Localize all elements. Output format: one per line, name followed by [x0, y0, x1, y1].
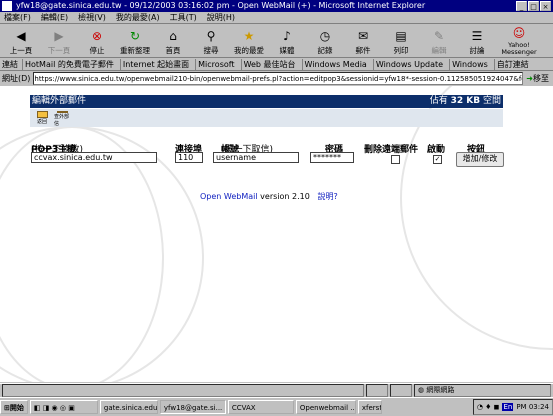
favorites-button[interactable]: ★ 我的最愛 — [230, 26, 268, 56]
ime-indicator[interactable]: En — [502, 403, 514, 411]
yahoo-messenger-icon: ☺ — [512, 26, 526, 40]
column-headers: POP3主機 (按一下修改) 連接埠 帳號 (按一下取信) 密碼 刪除遠端郵件 啟動… — [0, 142, 553, 155]
stop-button[interactable]: ⊗ 停止 — [78, 26, 116, 56]
menu-edit[interactable]: 編輯(E) — [41, 12, 68, 23]
mail-button[interactable]: ✉ 郵件 — [344, 26, 382, 56]
link-best-of-web[interactable]: Web 最佳站台 — [240, 59, 298, 70]
status-pane — [390, 384, 412, 397]
address-bar: 網址(D) https://www.sinica.edu.tw/openwebm… — [0, 72, 553, 85]
menu-bar: 檔案(F) 編輯(E) 檢視(V) 我的最愛(A) 工具(T) 說明(H) — [0, 12, 553, 24]
menu-view[interactable]: 檢視(V) — [78, 12, 106, 23]
edit-icon: ✎ — [433, 29, 445, 43]
status-bar: ◍ 網際網路 — [0, 383, 553, 397]
enable-checkbox[interactable]: ✓ — [433, 155, 442, 164]
col-delete-remote: 刪除遠端郵件 — [364, 145, 419, 155]
forward-icon: ▶ — [54, 29, 64, 43]
globe-icon: ◍ — [418, 386, 425, 394]
quick-launch-icons[interactable]: ◧ ◨ ◉ ◎ ▣ — [34, 404, 75, 412]
status-text-pane — [2, 384, 364, 397]
search-icon: ⚲ — [206, 29, 216, 43]
version-text: version 2.10 — [260, 192, 310, 201]
action-icon-row: 返回 查外部信 — [30, 109, 503, 127]
add-modify-button[interactable]: 增加/修改 — [456, 152, 504, 167]
window-title: yfw18@gate.sinica.edu.tw - 09/12/2003 03… — [16, 1, 426, 10]
back-button[interactable]: ◀ 上一頁 — [2, 26, 40, 56]
yahoo-messenger-button[interactable]: ☺ Yahoo! Messenger — [496, 26, 542, 56]
go-arrow-icon: ➜ — [526, 74, 533, 83]
links-label: 連結 — [2, 60, 18, 69]
pop3-host-field[interactable] — [31, 152, 157, 163]
browser-toolbar: ◀ 上一頁 ▶ 下一頁 ⊗ 停止 ↻ 重新整理 ⌂ 首頁 ⚲ 搜尋 ★ 我的最愛 ♪ 媒體 ◷ 記… — [0, 25, 553, 58]
address-label: 網址(D) — [2, 74, 31, 83]
address-input[interactable]: https://www.sinica.edu.tw/openwebmail210… — [33, 72, 524, 85]
col-enable: 啟動 — [427, 145, 446, 155]
print-button[interactable]: ▤ 列印 — [382, 26, 420, 56]
discuss-icon: ☰ — [471, 29, 483, 43]
history-button[interactable]: ◷ 記錄 — [306, 26, 344, 56]
task-gate[interactable]: gate.sinica.edu... — [99, 400, 158, 414]
link-internet-start[interactable]: Internet 起始畫面 — [119, 59, 191, 70]
clock[interactable]: PM 03:24 — [516, 403, 549, 411]
search-button[interactable]: ⚲ 搜尋 — [192, 26, 230, 56]
maximize-button[interactable]: □ — [528, 1, 539, 11]
windows-taskbar: ⊞開始 ◧ ◨ ◉ ◎ ▣ gate.sinica.edu... yfw18@g… — [0, 397, 553, 416]
delete-remote-checkbox[interactable] — [391, 155, 400, 164]
mail-icon: ✉ — [357, 29, 369, 43]
page-title: 編輯外部郵件 — [32, 96, 87, 106]
footer: Open WebMail version 2.10 說明? — [200, 191, 338, 202]
back-to-folder-button[interactable]: 返回 — [34, 111, 50, 125]
home-button[interactable]: ⌂ 首頁 — [154, 26, 192, 56]
page-content: 編輯外部郵件 佔有 32 KB 空間 返回 查外部信 POP3主機 (按一下修改)… — [0, 86, 553, 382]
stop-icon: ⊗ — [91, 29, 103, 43]
menu-tools[interactable]: 工具(T) — [170, 12, 197, 23]
close-button[interactable]: × — [540, 1, 551, 11]
window-titlebar: yfw18@gate.sinica.edu.tw - 09/12/2003 03… — [0, 0, 553, 12]
status-pane — [366, 384, 388, 397]
edit-button[interactable]: ✎ 編輯 — [420, 26, 458, 56]
links-bar: 連結 HotMail 的免費電子郵件 Internet 起始畫面 Microso… — [0, 59, 553, 71]
page-header: 編輯外部郵件 佔有 32 KB 空間 — [30, 95, 503, 108]
tray-icons[interactable]: ◔ ♦ ◼ — [477, 403, 500, 411]
history-icon: ◷ — [319, 29, 331, 43]
start-button[interactable]: ⊞開始 — [0, 400, 28, 414]
system-tray: ◔ ♦ ◼ En PM 03:24 — [472, 399, 553, 415]
refresh-icon: ↻ — [129, 29, 141, 43]
back-folder-icon — [36, 111, 48, 118]
refresh-button[interactable]: ↻ 重新整理 — [116, 26, 154, 56]
quick-launch: ◧ ◨ ◉ ◎ ▣ — [29, 400, 98, 414]
security-zone: ◍ 網際網路 — [414, 384, 551, 397]
port-field[interactable] — [175, 152, 203, 163]
link-windows-update[interactable]: Windows Update — [372, 59, 445, 70]
go-button[interactable]: ➜移至 — [526, 72, 553, 85]
media-icon: ♪ — [283, 29, 291, 43]
account-field[interactable] — [213, 152, 299, 163]
task-openwebmail[interactable]: Openwebmail ... — [295, 400, 356, 414]
forward-button[interactable]: ▶ 下一頁 — [40, 26, 78, 56]
link-windows[interactable]: Windows — [449, 59, 490, 70]
link-microsoft[interactable]: Microsoft — [195, 59, 236, 70]
discuss-button[interactable]: ☰ 討論 — [458, 26, 496, 56]
menu-help[interactable]: 說明(H) — [207, 12, 235, 23]
menu-favorites[interactable]: 我的最愛(A) — [116, 12, 160, 23]
print-icon: ▤ — [395, 29, 407, 43]
minimize-button[interactable]: _ — [516, 1, 527, 11]
back-icon: ◀ — [16, 29, 26, 43]
task-xferstat[interactable]: xferstat — [357, 400, 382, 414]
link-hotmail[interactable]: HotMail 的免費電子郵件 — [22, 59, 116, 70]
link-windows-media[interactable]: Windows Media — [301, 59, 369, 70]
openwebmail-link[interactable]: Open WebMail — [200, 192, 258, 201]
ie-icon — [2, 1, 12, 11]
password-field[interactable] — [310, 152, 354, 163]
help-link[interactable]: 說明? — [317, 192, 337, 201]
link-custom[interactable]: 自訂連結 — [493, 59, 531, 70]
task-yfw18[interactable]: yfw18@gate.si... — [159, 400, 226, 414]
home-icon: ⌂ — [169, 29, 177, 43]
favorites-icon: ★ — [243, 29, 255, 43]
media-button[interactable]: ♪ 媒體 — [268, 26, 306, 56]
menu-file[interactable]: 檔案(F) — [4, 12, 31, 23]
check-external-mail-button[interactable]: 查外部信 — [54, 111, 70, 127]
quota-info: 佔有 32 KB 空間 — [429, 96, 501, 106]
task-ccvax[interactable]: CCVAX — [227, 400, 294, 414]
